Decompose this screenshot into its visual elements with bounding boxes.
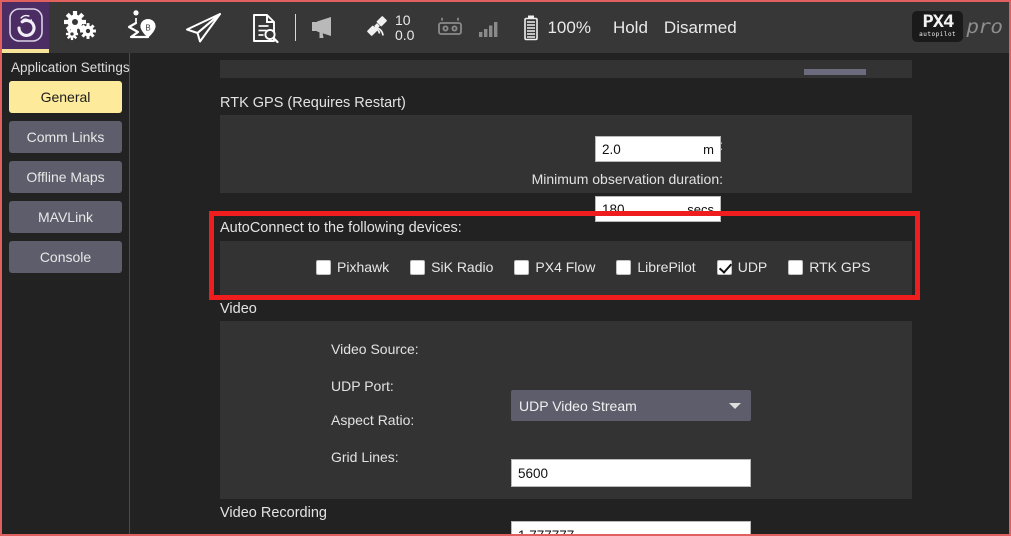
survey-accuracy-value: 2.0 — [602, 142, 703, 157]
video-source-row: Video Source: — [331, 341, 419, 357]
gps-indicator[interactable] — [362, 13, 392, 43]
svg-text:B: B — [145, 23, 150, 32]
battery-indicator[interactable] — [522, 14, 540, 42]
min-observation-duration-unit: secs — [687, 202, 714, 217]
chevron-down-icon — [729, 403, 741, 409]
rtk-gps-section-title: RTK GPS (Requires Restart) — [220, 95, 406, 111]
min-observation-duration-label: Minimum observation duration: — [532, 171, 723, 187]
udp-port-label: UDP Port: — [331, 378, 394, 394]
waypoints-icon: B — [123, 10, 161, 46]
toolbar-tab-analyze[interactable] — [247, 11, 281, 45]
video-source-select[interactable]: UDP Video Stream — [511, 390, 751, 421]
sidebar-title: Application Settings — [9, 59, 124, 81]
checkbox-label-rtk-gps: RTK GPS — [809, 259, 870, 275]
autoconnect-checkbox-librepilot[interactable]: LibrePilot — [616, 259, 695, 275]
qgc-logo-icon — [8, 7, 44, 48]
satellite-icon — [362, 13, 392, 43]
message-indicator[interactable] — [310, 15, 340, 41]
video-section-title: Video — [220, 301, 257, 317]
rc-indicator[interactable] — [436, 17, 464, 39]
qgroundcontrol-window: B — [0, 0, 1011, 536]
checkbox-box-sik-radio[interactable] — [410, 260, 425, 275]
battery-icon — [522, 14, 540, 42]
checkbox-label-librepilot: LibrePilot — [637, 259, 695, 275]
aspect-ratio-value: 1.777777 — [518, 528, 744, 536]
video-source-label: Video Source: — [331, 341, 419, 357]
gps-values: 10 0.0 — [395, 13, 414, 42]
checkbox-box-rtk-gps[interactable] — [788, 260, 803, 275]
main-toolbar: B — [2, 2, 1009, 53]
settings-sidebar: Application Settings General Comm Links … — [4, 53, 130, 536]
video-source-value: UDP Video Stream — [519, 398, 637, 414]
settings-content-panel: RTK GPS (Requires Restart) Survey in acc… — [131, 53, 1011, 536]
udp-port-row: UDP Port: — [331, 378, 394, 394]
udp-port-input[interactable]: 5600 — [511, 459, 751, 487]
telemetry-indicator[interactable] — [478, 18, 500, 38]
px4-logo-sub: autopilot — [919, 32, 956, 38]
checkbox-label-px4-flow: PX4 Flow — [535, 259, 595, 275]
aspect-ratio-label: Aspect Ratio: — [331, 412, 414, 428]
checkbox-box-udp[interactable] — [717, 260, 732, 275]
sidebar-item-general[interactable]: General — [9, 81, 122, 113]
flight-mode-label[interactable]: Hold — [613, 18, 648, 38]
autoconnect-device-list: Pixhawk SiK Radio PX4 Flow LibrePilot UD… — [316, 259, 870, 275]
min-observation-duration-value: 180 — [602, 202, 687, 217]
toolbar-tab-fly-view[interactable] — [183, 11, 225, 45]
checkbox-box-pixhawk[interactable] — [316, 260, 331, 275]
toolbar-tab-plan-flight[interactable]: B — [123, 10, 161, 46]
battery-percent-label: 100% — [547, 18, 590, 38]
autoconnect-checkbox-rtk-gps[interactable]: RTK GPS — [788, 259, 870, 275]
video-recording-section-title: Video Recording — [220, 505, 327, 521]
sidebar-item-comm-links[interactable]: Comm Links — [9, 121, 122, 153]
sidebar-item-console[interactable]: Console — [9, 241, 122, 273]
autoconnect-checkbox-px4-flow[interactable]: PX4 Flow — [514, 259, 595, 275]
survey-accuracy-unit: m — [703, 142, 714, 157]
autoconnect-checkbox-udp[interactable]: UDP — [717, 259, 768, 275]
armed-state-label[interactable]: Disarmed — [664, 18, 737, 38]
checkbox-box-px4-flow[interactable] — [514, 260, 529, 275]
signal-bars-icon — [478, 18, 500, 38]
checkbox-label-udp: UDP — [738, 259, 768, 275]
rc-controller-icon — [436, 17, 464, 39]
grid-lines-label: Grid Lines: — [331, 449, 399, 465]
gps-satellite-count: 10 — [395, 13, 414, 27]
clipped-panel-above — [220, 60, 912, 78]
sidebar-item-mavlink[interactable]: MAVLink — [9, 201, 122, 233]
gps-hdop-value: 0.0 — [395, 28, 414, 42]
toolbar-tab-vehicle-setup[interactable] — [63, 11, 101, 45]
autoconnect-checkbox-pixhawk[interactable]: Pixhawk — [316, 259, 389, 275]
checkbox-label-sik-radio: SiK Radio — [431, 259, 493, 275]
grid-lines-row: Grid Lines: — [331, 449, 399, 465]
paper-plane-icon — [183, 11, 225, 45]
min-observation-duration-input[interactable]: 180 secs — [595, 196, 721, 222]
megaphone-icon — [310, 15, 340, 41]
udp-port-value: 5600 — [518, 466, 744, 481]
sidebar-item-offline-maps[interactable]: Offline Maps — [9, 161, 122, 193]
px4-pro-logo: PX4 autopilot pro — [912, 11, 1001, 42]
document-search-icon — [247, 11, 281, 45]
px4-autopilot-badge: PX4 autopilot — [912, 11, 963, 42]
aspect-ratio-row: Aspect Ratio: — [331, 412, 414, 428]
gears-icon — [63, 11, 101, 45]
checkbox-box-librepilot[interactable] — [616, 260, 631, 275]
checkbox-label-pixhawk: Pixhawk — [337, 259, 389, 275]
min-observation-duration-row: Minimum observation duration: — [220, 171, 723, 187]
px4-logo-main: PX4 — [922, 14, 953, 31]
slider-handle[interactable] — [804, 69, 866, 75]
autoconnect-section-title: AutoConnect to the following devices: — [220, 220, 462, 236]
survey-accuracy-input[interactable]: 2.0 m — [595, 136, 721, 162]
toolbar-divider — [295, 14, 296, 41]
toolbar-tab-qgc-home[interactable] — [2, 2, 49, 53]
autoconnect-checkbox-sik-radio[interactable]: SiK Radio — [410, 259, 493, 275]
px4-logo-suffix: pro — [967, 16, 1003, 38]
aspect-ratio-input[interactable]: 1.777777 — [511, 521, 751, 536]
